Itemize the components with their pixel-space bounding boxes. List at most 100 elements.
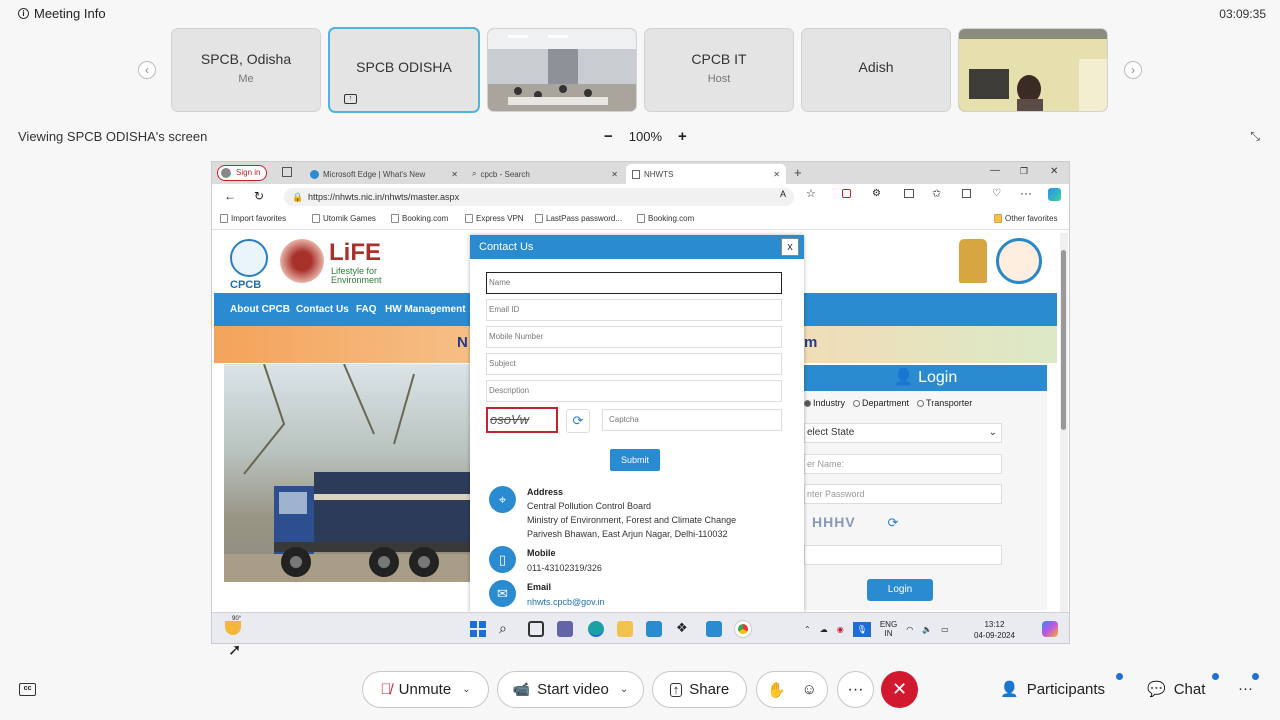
participant-tile[interactable]: CPCB IT Host (644, 28, 794, 112)
restore-button[interactable]: ❐ (1020, 166, 1028, 177)
radio-department[interactable]: Department (853, 398, 909, 408)
security-icon[interactable]: ◉ (837, 625, 844, 634)
email-link[interactable]: nhwts.cpcb@gov.in (527, 595, 605, 609)
subject-field[interactable]: Subject (486, 353, 782, 375)
participant-tile[interactable]: SPCB, Odisha Me (171, 28, 321, 112)
username-input[interactable]: er Name: (804, 454, 1002, 474)
state-select[interactable]: elect State ⌄ (804, 423, 1002, 443)
extensions-icon[interactable]: ⚙ (872, 188, 881, 199)
app-icon[interactable] (706, 621, 722, 637)
tiles-next-button[interactable]: › (1124, 61, 1142, 79)
teams-icon[interactable] (557, 621, 573, 637)
tab-edge-new[interactable]: Microsoft Edge | What's New ✕ (304, 164, 464, 184)
file-explorer-icon[interactable] (617, 621, 633, 637)
refresh-captcha-icon[interactable]: ⟳ (882, 515, 904, 535)
favorite-star-icon[interactable]: ☆ (806, 187, 816, 200)
battery-icon[interactable]: ▭ (941, 625, 949, 634)
volume-icon[interactable]: 🔈 (922, 625, 932, 634)
email-field[interactable]: Email ID (486, 299, 782, 321)
favorite-item[interactable]: Booking.com (637, 214, 694, 223)
participants-button[interactable]: 👤 Participants (1000, 680, 1105, 699)
unmute-button[interactable]: 🎙̸ Unmute ⌄ (362, 671, 489, 708)
name-field[interactable]: Name (486, 272, 782, 294)
page-scrollbar-thumb[interactable] (1061, 250, 1066, 430)
chrome-icon[interactable] (734, 620, 752, 638)
raise-hand-icon[interactable]: ✋ (767, 681, 786, 699)
tab-actions-icon[interactable] (282, 167, 292, 177)
close-icon[interactable]: ✕ (773, 170, 780, 179)
mobile-field[interactable]: Mobile Number (486, 326, 782, 348)
submit-button[interactable]: Submit (610, 449, 660, 471)
zoom-in-button[interactable]: + (678, 128, 687, 145)
favorites-icon[interactable]: ✩ (932, 187, 941, 200)
taskbar-clock[interactable]: 13:12 04-09-2024 (974, 619, 1015, 641)
close-icon[interactable]: ✕ (451, 170, 458, 179)
close-icon[interactable]: ✕ (611, 170, 618, 179)
weather-icon[interactable] (225, 621, 241, 635)
description-field[interactable]: Description (486, 380, 782, 402)
chat-button[interactable]: 💬 Chat (1147, 680, 1205, 699)
participant-video-tile[interactable] (487, 28, 637, 112)
task-view-icon[interactable] (528, 621, 544, 637)
read-aloud-icon[interactable]: A (780, 189, 786, 199)
signin-button[interactable]: Sign in (217, 165, 268, 181)
favorite-item[interactable]: Import favorites (220, 214, 286, 223)
share-button[interactable]: ↑ Share (652, 671, 747, 708)
more-panels-button[interactable]: ··· (1238, 680, 1253, 697)
favorite-item[interactable]: Utomik Games (312, 214, 376, 223)
participant-tile-active[interactable]: SPCB ODISHA ↑ (328, 27, 480, 113)
password-input[interactable]: nter Password (804, 484, 1002, 504)
favorite-item[interactable]: Booking.com (391, 214, 448, 223)
chevron-up-icon[interactable]: ⌃ (804, 625, 811, 634)
nav-faq[interactable]: FAQ (356, 304, 377, 315)
chevron-down-icon[interactable]: ⌄ (462, 684, 470, 695)
nav-hw-management[interactable]: HW Management (385, 304, 466, 315)
participant-tile[interactable]: Adish (801, 28, 951, 112)
start-video-button[interactable]: 📹 Start video ⌄ (497, 671, 644, 708)
tab-nhwts[interactable]: NHWTS ✕ (626, 164, 786, 184)
split-screen-icon[interactable] (904, 189, 914, 198)
meeting-info-button[interactable]: i Meeting Info (18, 6, 106, 21)
search-icon[interactable]: ⌕ (499, 621, 515, 637)
language-indicator[interactable]: ENG IN (880, 620, 897, 638)
pop-out-icon[interactable]: ⤡ (1250, 129, 1260, 144)
dropbox-icon[interactable]: ❖ (676, 621, 692, 637)
chevron-down-icon[interactable]: ⌄ (620, 684, 628, 695)
copilot-taskbar-icon[interactable] (1042, 621, 1058, 637)
login-captcha-input[interactable] (804, 545, 1002, 565)
closed-captions-icon[interactable]: cc (19, 683, 36, 696)
refresh-icon[interactable]: ↻ (254, 189, 264, 203)
participant-video-tile[interactable] (958, 28, 1108, 112)
back-icon[interactable]: ← (224, 189, 236, 203)
reaction-smiley-icon[interactable]: ☺ (802, 681, 817, 698)
browser-essentials-icon[interactable]: ♡ (992, 188, 1001, 199)
wifi-icon[interactable]: ◠ (906, 625, 913, 634)
other-favorites[interactable]: Other favorites (994, 214, 1057, 223)
window-close-button[interactable]: ✕ (1050, 166, 1058, 177)
nav-about[interactable]: About CPCB (230, 304, 290, 315)
captcha-input[interactable]: Captcha (602, 409, 782, 431)
favorite-item[interactable]: LastPass password... (535, 214, 622, 223)
mail-taskbar-icon[interactable] (646, 621, 662, 637)
login-button[interactable]: Login (867, 579, 933, 601)
more-options-button[interactable]: ··· (837, 671, 874, 708)
new-tab-button[interactable]: + (794, 165, 802, 180)
edge-taskbar-icon[interactable] (588, 621, 604, 637)
more-icon[interactable]: ··· (1020, 186, 1032, 200)
address-input[interactable]: 🔒 https://nhwts.nic.in/nhwts/master.aspx (284, 188, 794, 206)
radio-transporter[interactable]: Transporter (917, 398, 972, 408)
tab-search[interactable]: ⌕ cpcb - Search ✕ (466, 164, 624, 184)
favorite-item[interactable]: Express VPN (465, 214, 524, 223)
collections-icon[interactable] (962, 189, 971, 198)
lastpass-icon[interactable] (842, 189, 851, 198)
tiles-prev-button[interactable]: ‹ (138, 61, 156, 79)
microphone-icon[interactable]: 🎙 (852, 621, 871, 637)
refresh-captcha-icon[interactable]: ⟳ (566, 409, 590, 433)
end-call-button[interactable]: ✕ (881, 671, 918, 708)
start-icon[interactable] (470, 621, 486, 637)
nav-contact[interactable]: Contact Us (296, 304, 349, 315)
radio-industry[interactable]: Industry (804, 398, 845, 408)
cloud-icon[interactable]: ☁ (820, 625, 828, 634)
modal-close-button[interactable]: x (781, 238, 799, 256)
minimize-button[interactable]: — (990, 165, 1000, 176)
